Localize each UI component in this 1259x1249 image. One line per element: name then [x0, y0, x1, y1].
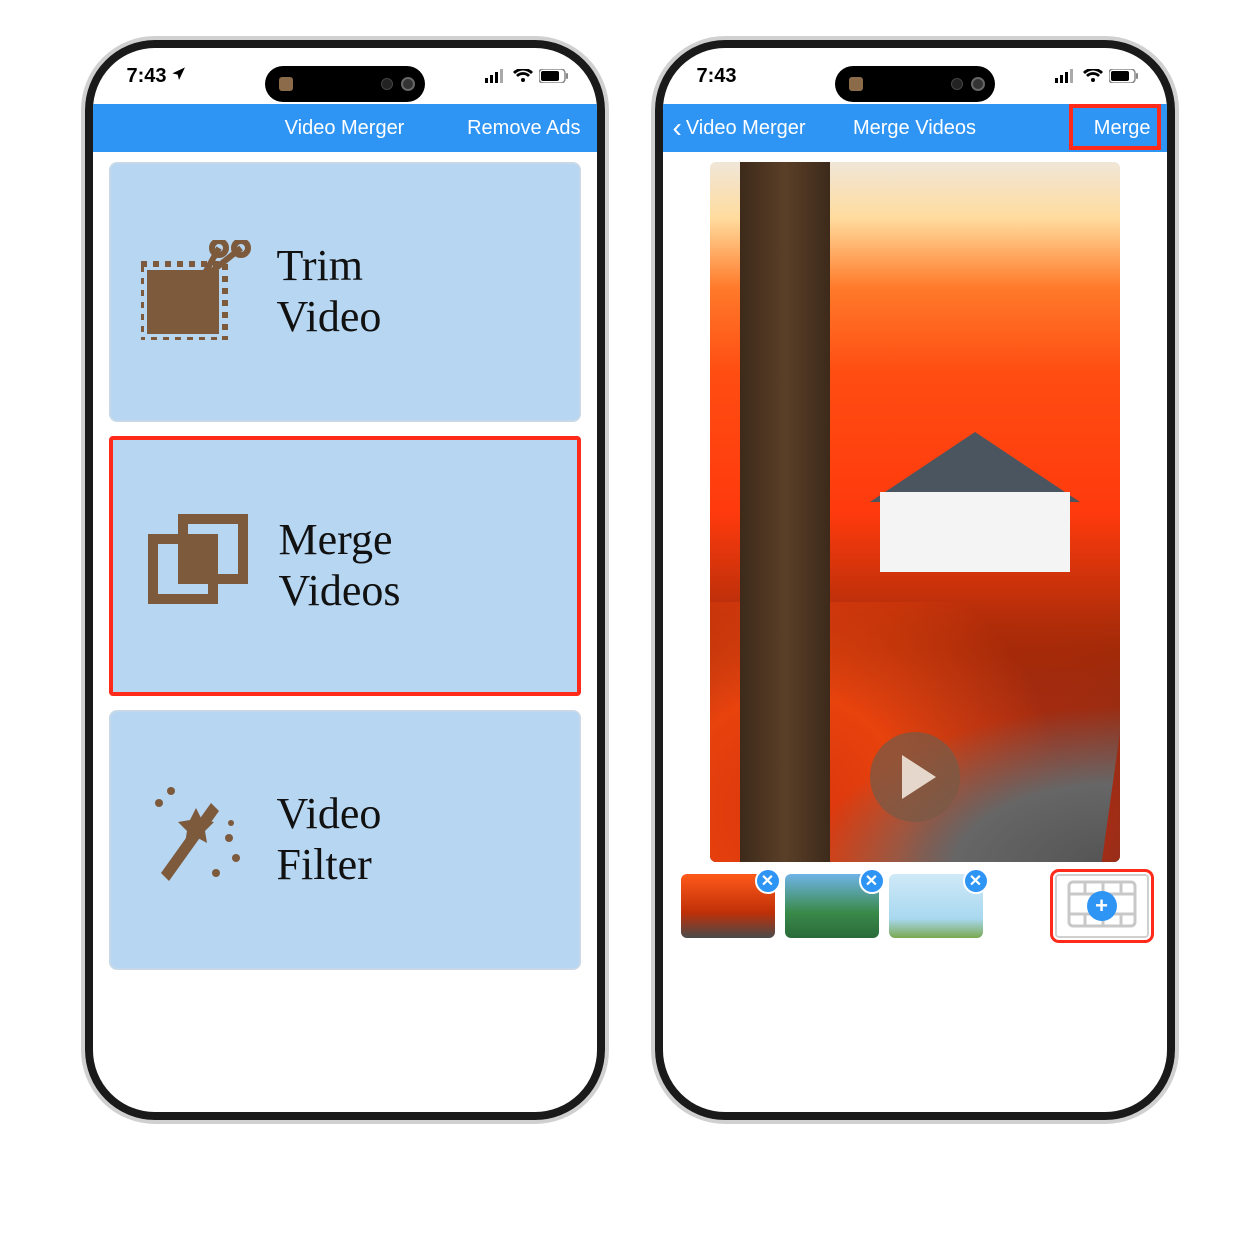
- back-button[interactable]: ‹ Video Merger: [673, 114, 806, 142]
- phone-left: 7:43 Video Merger Remove Ads: [85, 40, 605, 1120]
- dynamic-island: [265, 66, 425, 102]
- preview-scene-house: [870, 432, 1080, 572]
- tile-label: Trim Video: [277, 241, 382, 342]
- clip-thumbnail[interactable]: ✕: [681, 874, 775, 938]
- remove-clip-icon[interactable]: ✕: [859, 868, 885, 894]
- trim-video-tile[interactable]: Trim Video: [109, 162, 581, 422]
- trim-icon: [141, 240, 251, 345]
- chevron-left-icon: ‹: [673, 114, 682, 142]
- remove-clip-icon[interactable]: ✕: [963, 868, 989, 894]
- nav-bar: Video Merger Remove Ads: [93, 104, 597, 152]
- phone-right: 7:43 ‹ Video Merger Merge Videos Merge: [655, 40, 1175, 1120]
- video-preview[interactable]: [710, 162, 1120, 862]
- plus-icon: +: [1087, 891, 1117, 921]
- nav-bar: ‹ Video Merger Merge Videos Merge: [663, 104, 1167, 152]
- nav-title: Video Merger: [285, 117, 405, 140]
- clip-thumbnail[interactable]: ✕: [889, 874, 983, 938]
- tile-label: Merge Videos: [279, 515, 401, 616]
- status-time: 7:43: [127, 65, 167, 88]
- location-icon: [171, 65, 187, 88]
- remove-clip-icon[interactable]: ✕: [755, 868, 781, 894]
- cellular-icon: [1055, 69, 1077, 83]
- wifi-icon: [513, 69, 533, 83]
- tile-label: Video Filter: [277, 789, 382, 890]
- merge-icon: [143, 509, 253, 624]
- merge-editor: ✕ ✕ ✕ +: [663, 162, 1167, 1120]
- cellular-icon: [485, 69, 507, 83]
- clip-thumbnail[interactable]: ✕: [785, 874, 879, 938]
- wifi-icon: [1083, 69, 1103, 83]
- add-clip-button[interactable]: +: [1055, 874, 1149, 938]
- main-menu: Trim Video Merge Videos: [93, 152, 597, 1112]
- merge-videos-tile[interactable]: Merge Videos: [109, 436, 581, 696]
- filter-icon: [141, 783, 251, 898]
- merge-button[interactable]: Merge: [1094, 117, 1151, 140]
- remove-ads-button[interactable]: Remove Ads: [467, 117, 580, 140]
- play-button[interactable]: [870, 732, 960, 822]
- nav-title: Merge Videos: [853, 117, 976, 140]
- dynamic-island: [835, 66, 995, 102]
- clip-thumbnail-row: ✕ ✕ ✕ +: [673, 862, 1157, 938]
- battery-icon: [539, 69, 569, 83]
- status-time: 7:43: [697, 65, 737, 88]
- battery-icon: [1109, 69, 1139, 83]
- video-filter-tile[interactable]: Video Filter: [109, 710, 581, 970]
- back-label: Video Merger: [686, 117, 806, 140]
